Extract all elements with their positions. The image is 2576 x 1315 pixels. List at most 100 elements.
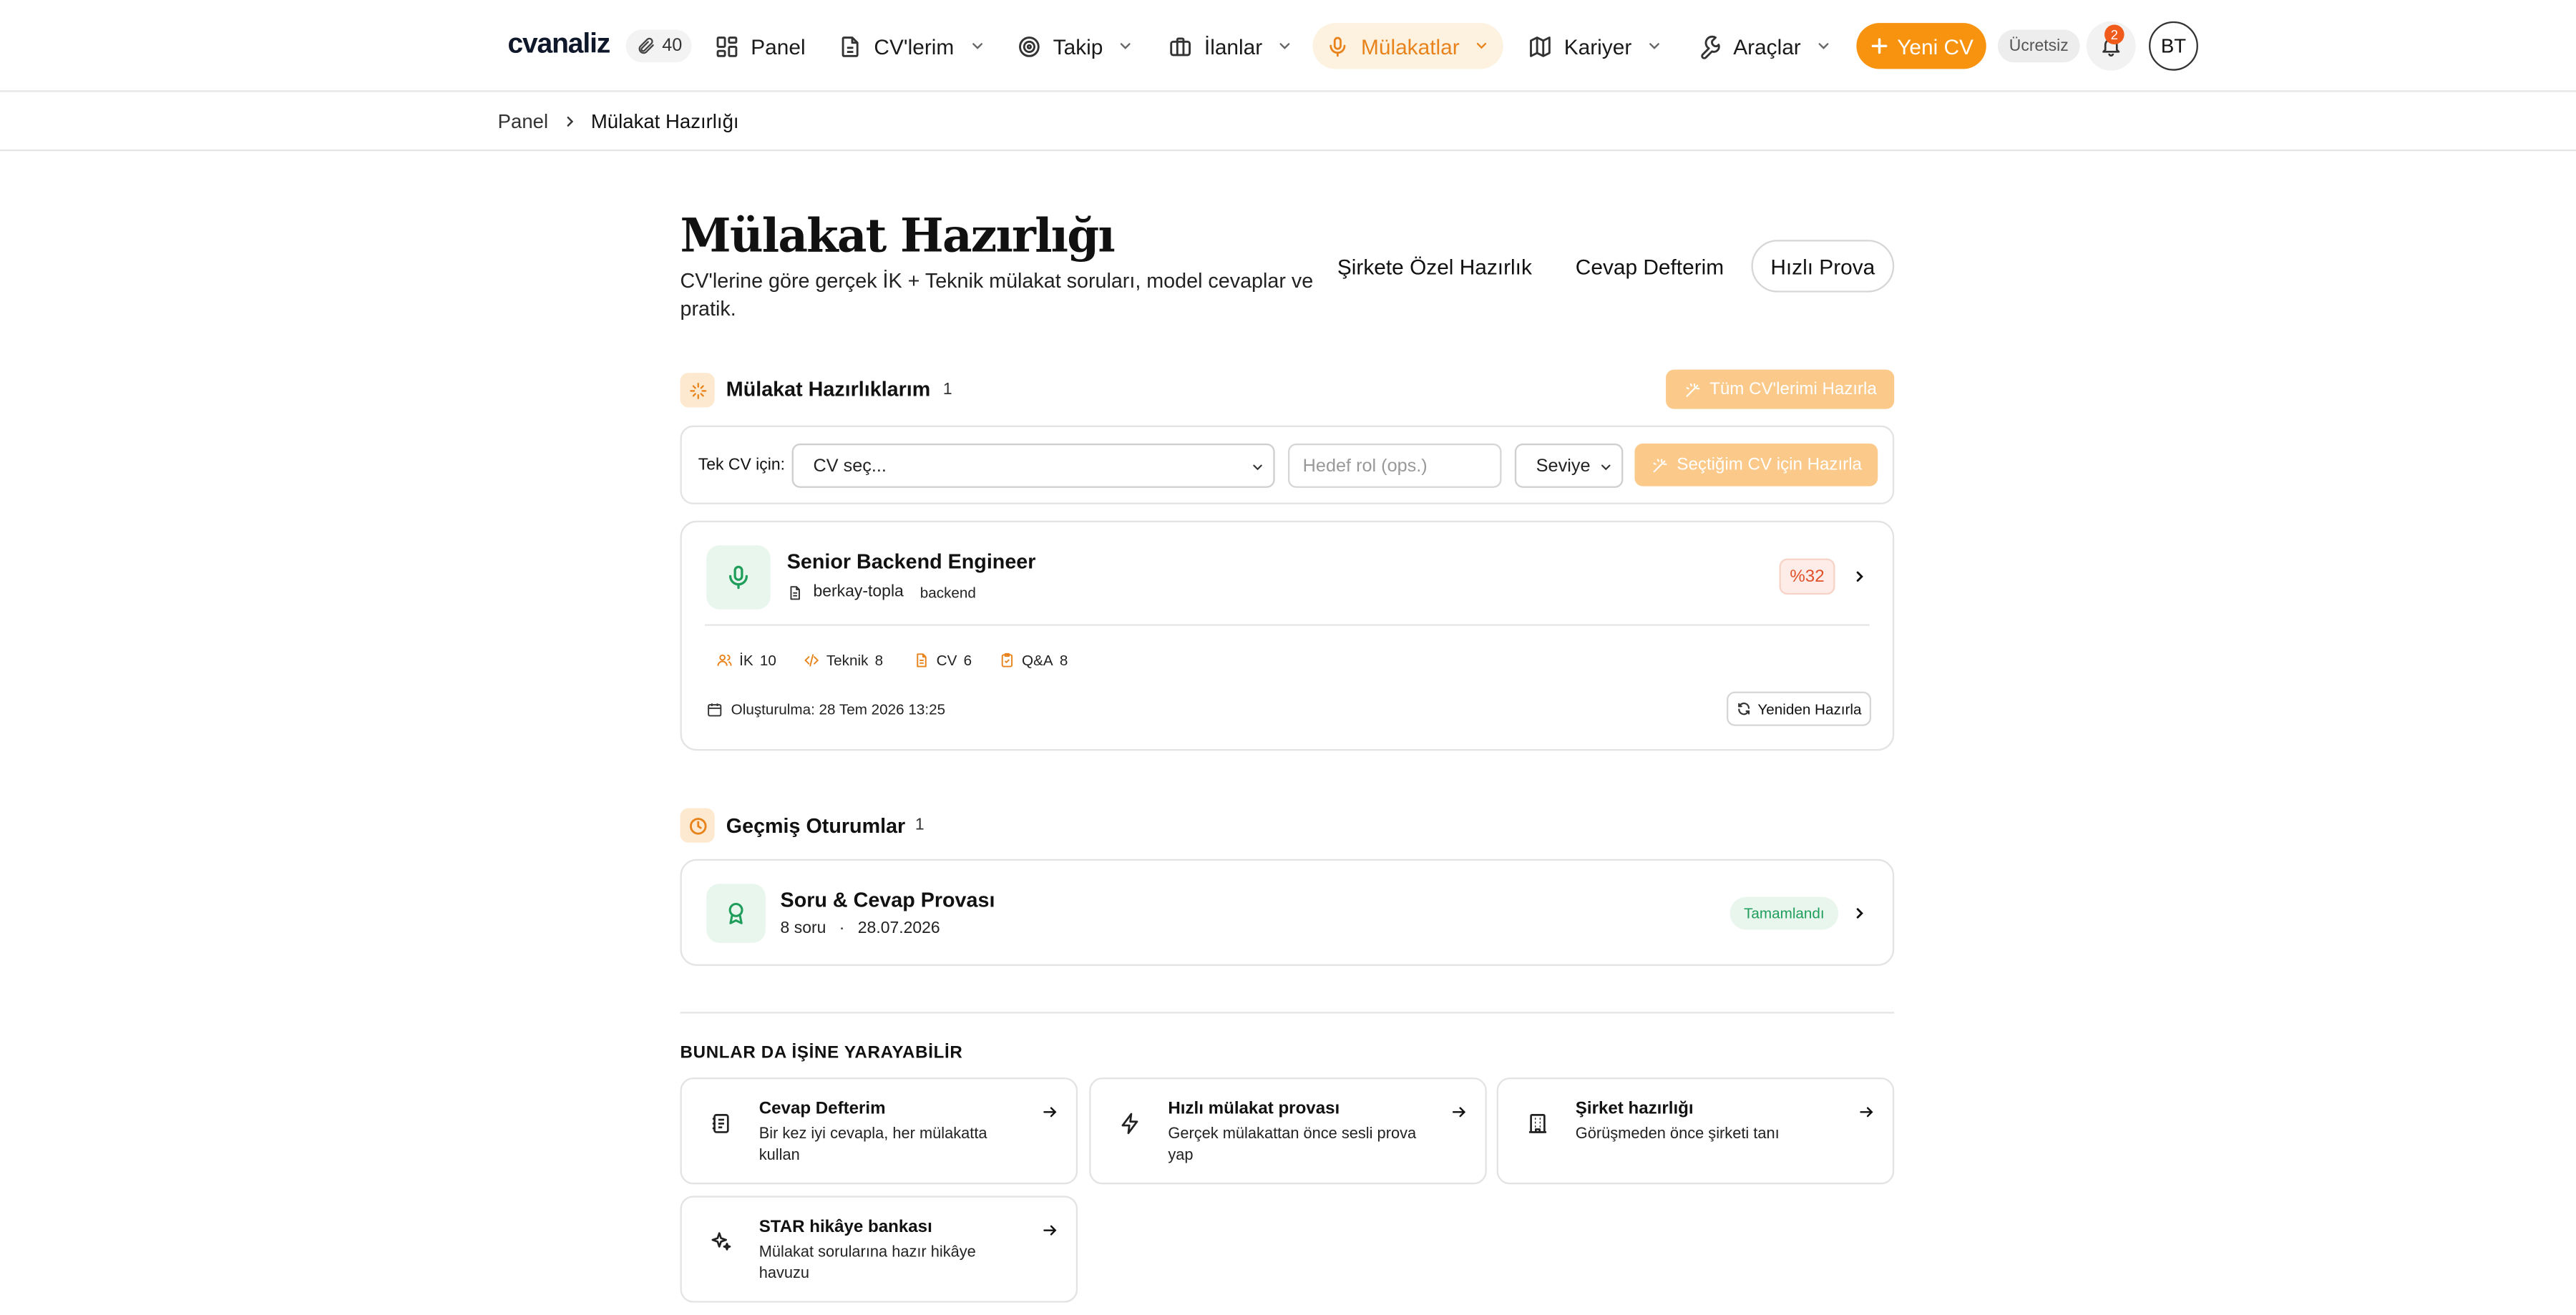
session-card[interactable]: Soru & Cevap Provası 8 soru · 28.07.2026…	[680, 859, 1895, 967]
session-separator: ·	[839, 919, 845, 938]
stat-technical: Teknik 8	[804, 652, 883, 668]
arrow-right-icon	[1858, 1104, 1875, 1120]
quick-practice-button[interactable]: Hızlı Prova	[1751, 240, 1895, 293]
section-icon	[680, 373, 715, 408]
nav-label: Panel	[751, 34, 806, 59]
new-cv-button[interactable]: Yeni CV	[1856, 23, 1986, 69]
preparations-title: Mülakat Hazırlıklarım	[726, 378, 931, 401]
suggestion-company-prep[interactable]: Şirket hazırlığı Görüşmeden önce şirketi…	[1496, 1077, 1895, 1185]
suggestion-desc: Görüşmeden önce şirketi tanı	[1575, 1125, 1780, 1143]
card-divider	[704, 624, 1870, 626]
nav-label: Takip	[1053, 34, 1103, 59]
sessions-count: 1	[914, 816, 924, 835]
suggestion-quick-practice[interactable]: Hızlı mülakat provası Gerçek mülakattan …	[1089, 1077, 1487, 1185]
breadcrumb-current: Mülakat Hazırlığı	[590, 109, 739, 133]
arrow-right-icon	[1042, 1222, 1058, 1238]
suggestion-title: Hızlı mülakat provası	[1168, 1098, 1340, 1119]
plus-icon	[1869, 36, 1889, 57]
chevron-right-icon	[562, 113, 578, 129]
target-role-input[interactable]	[1288, 443, 1502, 488]
chevron-down-icon	[969, 38, 985, 54]
arrow-right-icon	[1042, 1104, 1058, 1120]
session-meta: 8 soru · 28.07.2026	[781, 920, 940, 938]
nav-kariyer[interactable]: Kariyer	[1515, 23, 1676, 69]
file-icon	[787, 584, 804, 600]
section-divider	[680, 1012, 1895, 1014]
preparation-tag: backend	[919, 584, 976, 601]
score-badge: %32	[1779, 558, 1835, 595]
prepare-selected-button[interactable]: Seçtiğim CV için Hazırla	[1634, 443, 1878, 487]
new-cv-label: Yeni CV	[1897, 34, 1974, 59]
sparkles-icon	[688, 381, 708, 401]
nav-label: Araçlar	[1733, 34, 1801, 59]
rebuild-button[interactable]: Yeniden Hazırla	[1727, 691, 1872, 726]
credits-count: 40	[662, 36, 683, 57]
status-badge: Tamamlandı	[1729, 896, 1839, 930]
suggestion-answer-notebook[interactable]: Cevap Defterim Bir kez iyi cevapla, her …	[680, 1077, 1078, 1185]
building-icon	[1526, 1112, 1549, 1135]
cv-select[interactable]: CV seç...	[791, 443, 1275, 488]
chevron-right-icon[interactable]	[1852, 905, 1868, 922]
nav-mulakatlar[interactable]: Mülakatlar	[1312, 23, 1503, 69]
wrench-icon	[1697, 34, 1722, 59]
stat-count: 10	[759, 652, 776, 669]
page-title: Mülakat Hazırlığı	[680, 208, 1116, 263]
code-icon	[804, 652, 820, 668]
nav-takip[interactable]: Takip	[1004, 23, 1148, 69]
chevron-right-icon[interactable]	[1852, 568, 1868, 585]
lightning-icon	[1119, 1112, 1142, 1135]
session-avatar	[706, 884, 766, 943]
suggestion-star-stories[interactable]: STAR hikâye bankası Mülakat sorularına h…	[680, 1196, 1078, 1303]
top-navigation-bar: cvanaliz 40 Panel CV'lerim Takip İlanlar…	[0, 0, 2576, 92]
microphone-icon	[1326, 34, 1350, 58]
suggestion-desc: Bir kez iyi cevapla, her mülakatta kulla…	[758, 1125, 987, 1165]
credits-badge[interactable]: 40	[625, 29, 693, 63]
nav-cvlerim[interactable]: CV'lerim	[825, 23, 999, 69]
nav-ilanlar[interactable]: İlanlar	[1155, 23, 1307, 69]
created-date: Oluşturulma: 28 Tem 2026 13:25	[706, 701, 945, 718]
sparkles-icon	[710, 1231, 733, 1253]
document-icon	[838, 34, 862, 58]
suggestion-desc: Mülakat sorularına hazır hikâye havuzu	[758, 1243, 976, 1284]
stat-hr: İK 10	[716, 652, 776, 668]
preparation-card[interactable]: Senior Backend Engineer berkay-topla bac…	[680, 520, 1895, 751]
nav-araclar[interactable]: Araçlar	[1684, 23, 1845, 69]
prepare-all-label: Tüm CV'lerimi Hazırla	[1709, 379, 1877, 399]
award-icon	[723, 900, 749, 927]
clock-icon	[688, 816, 708, 836]
plan-badge: Ücretsiz	[1997, 29, 2080, 63]
calendar-icon	[706, 701, 723, 718]
preparation-title: Senior Backend Engineer	[786, 550, 1036, 574]
map-icon	[1528, 34, 1552, 58]
magic-wand-icon	[1683, 381, 1701, 399]
logo[interactable]: cvanaliz	[507, 28, 610, 61]
chevron-down-icon	[1277, 38, 1294, 54]
breadcrumb-home[interactable]: Panel	[498, 110, 548, 133]
level-select[interactable]: Seviye	[1514, 443, 1624, 488]
company-prep-link[interactable]: Şirkete Özel Hazırlık	[1337, 255, 1532, 279]
stat-label: CV	[936, 652, 957, 669]
suggestions-heading: BUNLAR DA İŞİNE YARAYABİLİR	[680, 1042, 963, 1063]
magic-wand-icon	[1651, 456, 1669, 474]
cv-select-value: CV seç...	[813, 456, 887, 476]
target-icon	[1017, 34, 1041, 58]
file-icon	[914, 652, 930, 668]
stat-label: Teknik	[826, 652, 869, 669]
page-subtitle: CV'lerine göre gerçek İK + Teknik mülaka…	[680, 269, 1314, 321]
microphone-icon	[725, 564, 753, 592]
answer-notebook-link[interactable]: Cevap Defterim	[1576, 255, 1724, 279]
stat-count: 8	[874, 652, 884, 669]
preparation-cv-name: berkay-topla	[813, 583, 904, 602]
user-avatar[interactable]: BT	[2149, 21, 2198, 71]
suggestion-desc: Gerçek mülakattan önce sesli prova yap	[1168, 1125, 1417, 1165]
suggestion-title: Şirket hazırlığı	[1575, 1098, 1694, 1119]
users-icon	[716, 652, 733, 668]
stat-label: Q&A	[1022, 652, 1053, 669]
prepare-all-button[interactable]: Tüm CV'lerimi Hazırla	[1666, 369, 1895, 409]
stat-count: 8	[1059, 652, 1068, 669]
chevron-down-icon	[1474, 38, 1490, 54]
nav-panel[interactable]: Panel	[701, 23, 819, 69]
nav-label: İlanlar	[1204, 34, 1263, 59]
notification-count: 2	[2104, 24, 2124, 44]
created-label: Oluşturulma: 28 Tem 2026 13:25	[731, 701, 946, 718]
